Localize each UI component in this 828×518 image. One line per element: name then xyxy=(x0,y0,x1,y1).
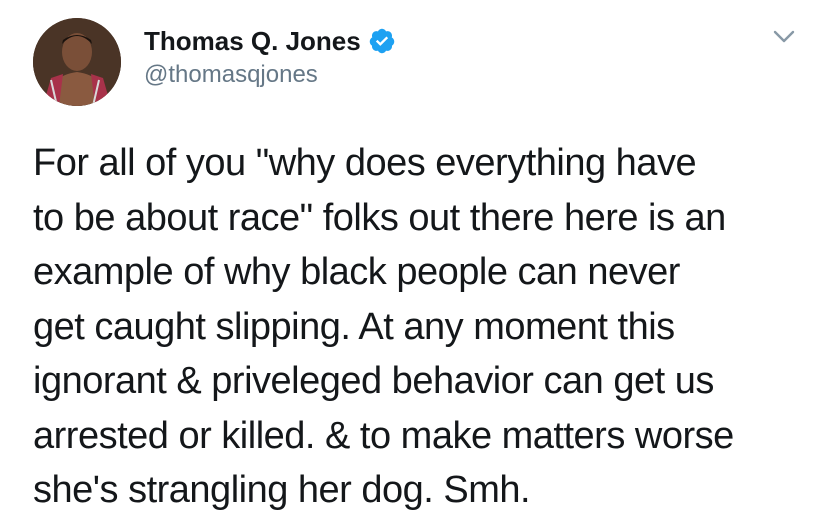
tweet-text-line: ignorant & priveleged behavior can get u… xyxy=(33,360,714,402)
chevron-down-icon[interactable] xyxy=(770,22,798,50)
verified-badge-icon xyxy=(368,27,396,55)
tweet-text-line: example of why black people can never xyxy=(33,251,680,293)
tweet-text-line: arrested or killed. & to make matters wo… xyxy=(33,414,734,457)
tweet-text: For all of you "why does everything have… xyxy=(33,136,813,518)
author-name-row: Thomas Q. Jones xyxy=(144,26,396,56)
profile-photo xyxy=(33,18,121,106)
author-display-name[interactable]: Thomas Q. Jones xyxy=(144,26,361,56)
author-avatar[interactable] xyxy=(33,18,121,106)
tweet-text-line: to be about race" folks out there here i… xyxy=(33,196,726,239)
tweet-text-line: get caught slipping. At any moment this xyxy=(33,305,675,348)
author-handle[interactable]: @thomasqjones xyxy=(144,61,318,89)
tweet-text-line: she's strangling her dog. Smh. xyxy=(33,469,531,511)
tweet-card: Thomas Q. Jones @thomasqjones For all of… xyxy=(0,0,828,518)
tweet-text-line: For all of you "why does everything have xyxy=(33,142,697,184)
